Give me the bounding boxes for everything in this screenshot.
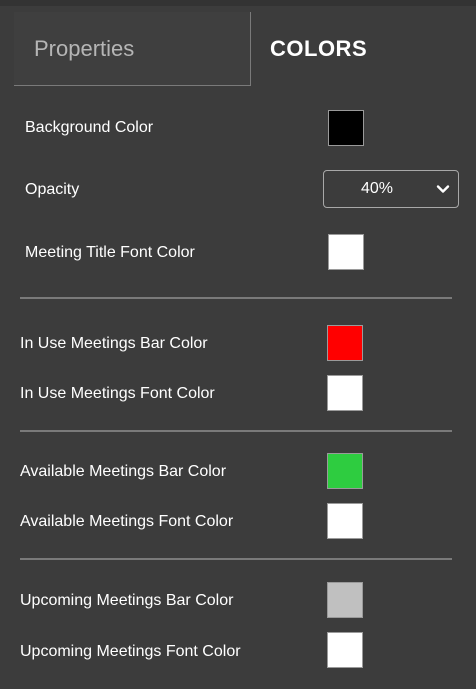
in-use-bar-color-label: In Use Meetings Bar Color bbox=[20, 335, 208, 352]
available-bar-color-label: Available Meetings Bar Color bbox=[20, 463, 227, 480]
divider bbox=[20, 558, 452, 560]
opacity-select[interactable]: 40% bbox=[323, 170, 459, 208]
meeting-title-font-color-swatch[interactable] bbox=[328, 234, 364, 270]
divider bbox=[20, 430, 452, 432]
divider bbox=[20, 297, 452, 299]
in-use-font-color-swatch[interactable] bbox=[327, 375, 363, 411]
available-font-color-label: Available Meetings Font Color bbox=[20, 513, 234, 530]
meeting-title-font-color-label: Meeting Title Font Color bbox=[25, 244, 195, 261]
upcoming-font-color-label: Upcoming Meetings Font Color bbox=[20, 643, 241, 660]
available-font-color-swatch[interactable] bbox=[327, 503, 363, 539]
in-use-font-color-label: In Use Meetings Font Color bbox=[20, 385, 215, 402]
tab-colors-label: COLORS bbox=[270, 36, 368, 61]
tab-properties-label: Properties bbox=[34, 35, 135, 61]
upcoming-bar-color-label: Upcoming Meetings Bar Color bbox=[20, 592, 234, 609]
background-color-swatch[interactable] bbox=[328, 110, 364, 146]
upcoming-bar-color-swatch[interactable] bbox=[327, 582, 363, 618]
tab-colors[interactable]: COLORS bbox=[252, 12, 476, 86]
top-bar bbox=[0, 0, 476, 6]
opacity-selected-value: 40% bbox=[360, 180, 394, 197]
in-use-bar-color-swatch[interactable] bbox=[327, 325, 363, 361]
background-color-label: Background Color bbox=[25, 119, 154, 136]
tab-properties[interactable]: Properties bbox=[14, 12, 251, 86]
upcoming-font-color-swatch[interactable] bbox=[327, 632, 363, 668]
chevron-down-icon bbox=[436, 185, 450, 193]
opacity-label: Opacity bbox=[25, 181, 80, 198]
available-bar-color-swatch[interactable] bbox=[327, 453, 363, 489]
colors-panel: Properties COLORS Background Color Opaci… bbox=[0, 0, 476, 689]
